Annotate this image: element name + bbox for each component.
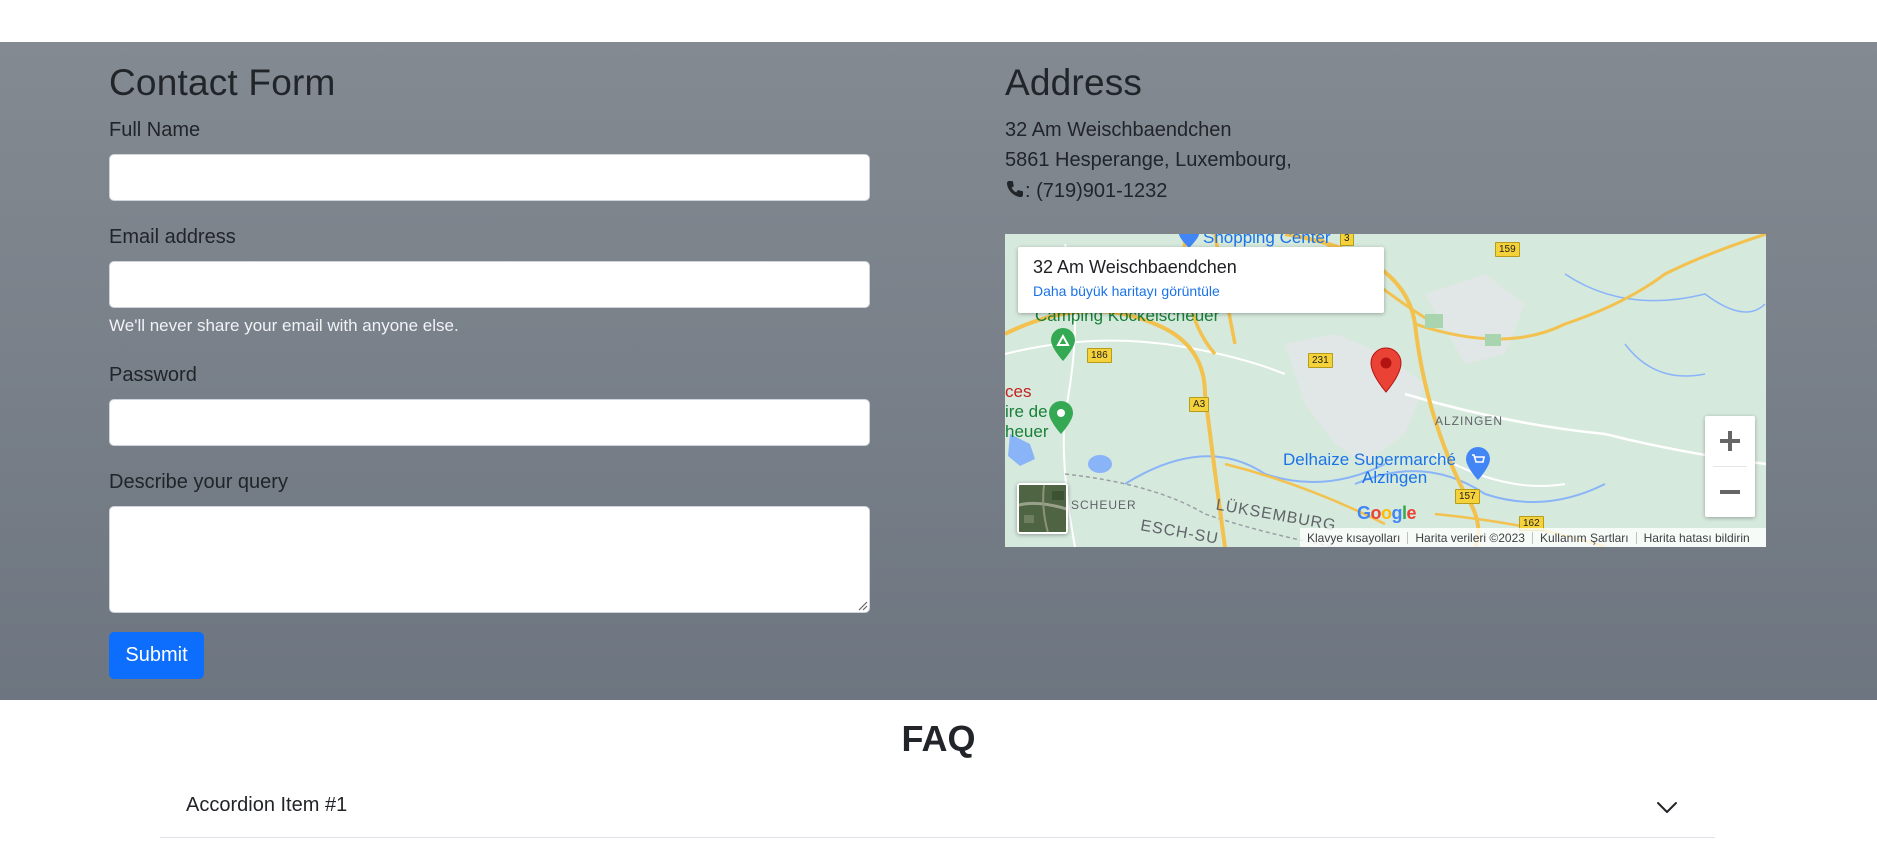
query-label: Describe your query <box>109 471 288 493</box>
faq-title: FAQ <box>901 718 976 759</box>
query-textarea[interactable] <box>109 506 870 613</box>
zoom-controls <box>1705 416 1755 517</box>
map-label-ces: ces <box>1005 382 1032 401</box>
plus-icon <box>1720 431 1740 451</box>
report-error-link[interactable]: Harita hatası bildirin <box>1637 531 1757 545</box>
shopping-poi-icon[interactable] <box>1177 234 1201 248</box>
zoom-in-button[interactable] <box>1705 416 1755 466</box>
email-help-text: We'll never share your email with anyone… <box>109 316 459 335</box>
accordion-item-label: Accordion Item #1 <box>186 794 348 816</box>
chevron-down-icon <box>1657 802 1677 813</box>
route-badge: 157 <box>1455 489 1480 504</box>
address-line-2: 5861 Hesperange, Luxembourg, <box>1005 149 1292 171</box>
map-label-ire-de: ire de <box>1005 402 1048 421</box>
route-badge: 231 <box>1308 353 1333 368</box>
map-label-heuer: heuer <box>1005 422 1049 441</box>
full-name-label: Full Name <box>109 119 201 141</box>
top-navbar-strip <box>0 0 1877 42</box>
location-pin-icon[interactable] <box>1369 347 1403 393</box>
map-label-alzingen: ALZINGEN <box>1435 414 1504 428</box>
submit-button[interactable]: Submit <box>109 632 204 679</box>
map-info-card: 32 Am Weischbaendchen Daha büyük haritay… <box>1018 247 1384 313</box>
satellite-layer-toggle[interactable] <box>1017 483 1068 534</box>
textarea-resize-grip[interactable] <box>856 599 868 611</box>
address-title: Address <box>1005 62 1143 103</box>
email-input[interactable] <box>109 261 870 308</box>
contact-form-title: Contact Form <box>109 62 336 103</box>
phone-number: : (719)901-1232 <box>1025 180 1168 202</box>
route-badge: 3 <box>1340 234 1354 246</box>
phone-icon <box>1007 181 1023 197</box>
map-data-text: Harita verileri ©2023 <box>1415 530 1525 545</box>
zoom-out-button[interactable] <box>1705 467 1755 517</box>
terms-link[interactable]: Kullanım Şartları <box>1533 531 1636 545</box>
route-badge: A3 <box>1189 397 1210 412</box>
camping-poi-icon[interactable] <box>1050 328 1076 362</box>
keyboard-shortcuts-link[interactable]: Klavye kısayolları <box>1300 531 1407 545</box>
contact-section: Contact Form Full Name Email address We'… <box>0 42 1877 700</box>
map-place-title: 32 Am Weischbaendchen <box>1033 257 1237 277</box>
minus-icon <box>1720 490 1740 494</box>
phone-line: : (719)901-1232 <box>1005 179 1167 203</box>
supermarket-poi-icon[interactable] <box>1465 447 1491 481</box>
park-poi-icon[interactable] <box>1048 401 1074 435</box>
map-label-shopping-center: Shopping Center <box>1203 234 1331 247</box>
accordion-item[interactable]: Accordion Item #1 <box>160 780 1715 838</box>
password-label: Password <box>109 364 197 386</box>
route-badge: 186 <box>1087 348 1112 363</box>
full-name-input[interactable] <box>109 154 870 201</box>
map-footer: Klavye kısayolları Harita verileri ©2023… <box>1300 528 1766 547</box>
address-line-1: 32 Am Weischbaendchen <box>1005 119 1232 141</box>
map-label-scheuer: SCHEUER <box>1071 498 1137 512</box>
map-label-delhaize: Delhaize Supermarché <box>1283 450 1456 469</box>
google-map[interactable]: Shopping Center Camping Kockelscheuer AL… <box>1005 234 1766 547</box>
google-logo: Google <box>1357 503 1417 523</box>
view-larger-map-link[interactable]: Daha büyük haritayı görüntüle <box>1033 283 1369 299</box>
route-badge: 159 <box>1495 242 1520 257</box>
email-label: Email address <box>109 226 236 248</box>
map-label-delhaize-sub: Alzingen <box>1362 468 1428 487</box>
password-input[interactable] <box>109 399 870 446</box>
satellite-thumbnail-icon <box>1019 485 1066 532</box>
